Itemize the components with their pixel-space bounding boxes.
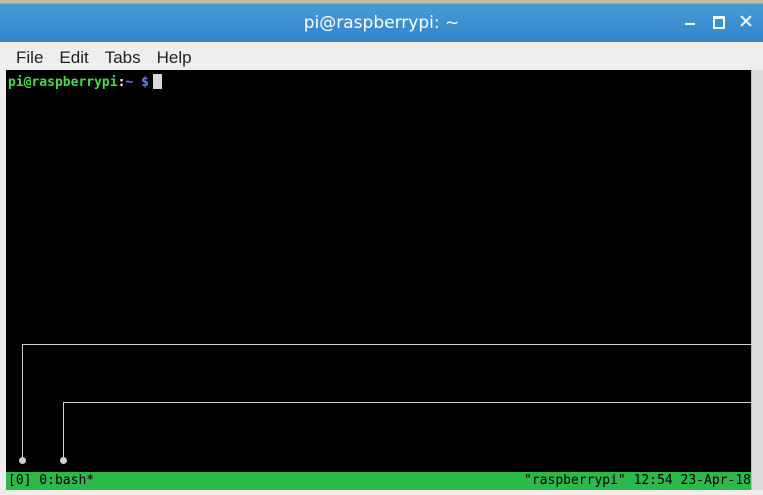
status-left: [0] 0:bash* [8, 473, 95, 488]
menu-help[interactable]: Help [149, 48, 200, 68]
callout-dot-window [60, 457, 67, 464]
prompt-path: ~ [125, 75, 134, 90]
window-title: pi@raspberrypi: ~ [303, 13, 460, 33]
shell-prompt: pi@raspberrypi:~ $ [8, 74, 162, 90]
callout-line-window [63, 402, 751, 461]
maximize-icon[interactable] [711, 14, 725, 29]
prompt-symbol: $ [141, 75, 149, 90]
status-right: "raspberrypi" 12:54 23-Apr-18 [524, 473, 751, 488]
scrollbar[interactable] [751, 70, 763, 490]
close-icon[interactable] [739, 14, 753, 28]
menu-file[interactable]: File [8, 48, 51, 68]
prompt-user-host: pi@raspberrypi [8, 75, 118, 90]
title-bar[interactable]: pi@raspberrypi: ~ [0, 4, 763, 42]
menu-tabs[interactable]: Tabs [97, 48, 149, 68]
text-cursor [152, 74, 162, 89]
menu-edit[interactable]: Edit [51, 48, 96, 68]
callout-dot-session [19, 457, 26, 464]
terminal-area[interactable]: pi@raspberrypi:~ $ [0] 0:bash* "raspberr… [6, 70, 751, 490]
minimize-icon[interactable] [683, 14, 697, 28]
window-controls [683, 14, 753, 29]
tmux-status-bar: [0] 0:bash* "raspberrypi" 12:54 23-Apr-1… [6, 472, 751, 490]
